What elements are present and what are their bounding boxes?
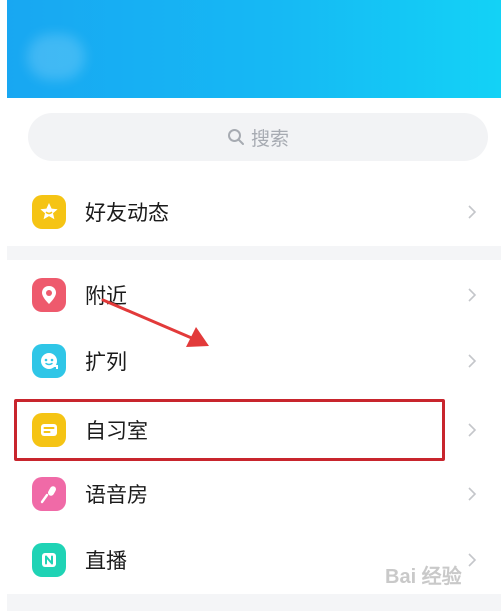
- annotation-arrow: [101, 298, 209, 347]
- watermark-text: Bai 经验: [385, 566, 462, 588]
